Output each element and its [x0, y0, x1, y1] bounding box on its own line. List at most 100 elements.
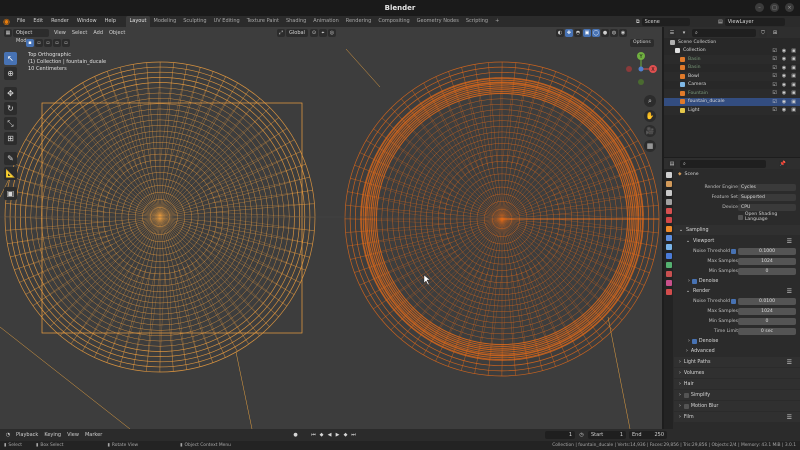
tab-texture-paint[interactable]: Texture Paint: [243, 16, 282, 27]
render-noise-threshold-field[interactable]: 0.0100: [738, 297, 796, 305]
viewport-menu-add[interactable]: Add: [90, 30, 106, 36]
eye-icon[interactable]: ◉: [782, 99, 786, 105]
tab-uv-editing[interactable]: UV Editing: [210, 16, 243, 27]
camera-view-icon[interactable]: 🎥: [644, 125, 656, 137]
end-frame-field[interactable]: End 250: [629, 431, 667, 439]
checkbox-icon[interactable]: ☑: [772, 73, 776, 79]
overlay-toggle-icon[interactable]: ◓: [574, 28, 582, 37]
editor-type-icon[interactable]: ▦: [4, 28, 12, 37]
properties-editor-icon[interactable]: ▤: [668, 159, 676, 168]
eye-icon[interactable]: ◉: [782, 90, 786, 96]
add-workspace-button[interactable]: +: [492, 16, 503, 27]
rotate-tool-icon[interactable]: ↻: [4, 102, 17, 115]
panel-header-light-paths[interactable]: › Light Paths ☰: [674, 357, 800, 367]
zoom-icon[interactable]: ⌕: [644, 95, 656, 107]
physics-tab-icon[interactable]: [665, 253, 672, 259]
checkbox-icon[interactable]: ☑: [772, 56, 776, 62]
orientation-icon[interactable]: ⤢: [277, 28, 285, 37]
eye-icon[interactable]: ◉: [782, 56, 786, 62]
start-frame-field[interactable]: Start 1: [588, 431, 626, 439]
tab-rendering[interactable]: Rendering: [342, 16, 375, 27]
timeline-menu-keying[interactable]: Keying: [41, 432, 64, 438]
3d-viewport[interactable]: [0, 27, 662, 429]
presets-list-icon[interactable]: ☰: [787, 359, 792, 366]
viewport-min-samples-field[interactable]: 0: [738, 267, 796, 275]
fountain-mesh-active[interactable]: [344, 61, 660, 377]
checkbox-icon[interactable]: ☑: [772, 107, 776, 113]
tab-scripting[interactable]: Scripting: [462, 16, 491, 27]
tab-geometry-nodes[interactable]: Geometry Nodes: [413, 16, 462, 27]
menu-edit[interactable]: Edit: [29, 16, 47, 27]
tab-shading[interactable]: Shading: [282, 16, 309, 27]
panel-header-film[interactable]: › Film ☰: [674, 412, 800, 422]
camera-icon[interactable]: ▣: [791, 90, 796, 96]
viewlayer-field[interactable]: ViewLayer: [724, 17, 785, 26]
viewport-menu-view[interactable]: View: [51, 30, 69, 36]
camera-icon[interactable]: ▣: [791, 73, 796, 79]
camera-icon[interactable]: ▣: [791, 82, 796, 88]
play-reverse-icon[interactable]: ◀: [326, 432, 333, 439]
xray-toggle-icon[interactable]: ▣: [583, 28, 591, 37]
panel-enable-checkbox[interactable]: [683, 392, 689, 398]
cursor-tool-icon[interactable]: ⊕: [4, 67, 17, 80]
panel-header-volumes[interactable]: › Volumes: [674, 368, 800, 378]
add-cube-tool-icon[interactable]: ▣: [4, 187, 17, 200]
pan-hand-icon[interactable]: ✋: [644, 110, 656, 122]
viewport-max-samples-field[interactable]: 1024: [738, 257, 796, 265]
outliner-item[interactable]: fountain_ducale ☑ ◉ ▣: [664, 97, 800, 106]
record-icon[interactable]: ●: [292, 432, 299, 439]
feature-set-select[interactable]: Supported: [738, 193, 796, 201]
eye-icon[interactable]: ◉: [782, 73, 786, 79]
render-max-samples-field[interactable]: 1024: [738, 307, 796, 315]
current-frame-field[interactable]: 1: [545, 431, 575, 439]
viewport-noise-threshold-field[interactable]: 0.1000: [738, 247, 796, 255]
annotate-tool-icon[interactable]: ✎: [4, 152, 17, 165]
move-tool-icon[interactable]: ✥: [4, 87, 17, 100]
osl-checkbox[interactable]: [738, 214, 743, 220]
outliner-display-mode-icon[interactable]: ▾: [680, 28, 688, 37]
select-subtract-icon[interactable]: ▫: [44, 39, 52, 47]
camera-icon[interactable]: ▣: [791, 56, 796, 62]
preview-range-icon[interactable]: ◷: [578, 432, 585, 439]
panel-enable-checkbox[interactable]: [683, 403, 689, 409]
render-denoise-header[interactable]: › Denoise: [674, 336, 800, 346]
prev-keyframe-icon[interactable]: ◆: [318, 432, 325, 439]
gizmo-toggle-icon[interactable]: ✥: [565, 28, 573, 37]
render-subpanel-header[interactable]: ⌄ Render ☰: [674, 286, 800, 296]
maximize-icon[interactable]: □: [770, 3, 779, 12]
modifier-tab-icon[interactable]: [665, 235, 672, 241]
sampling-panel-header[interactable]: ⌄ Sampling: [674, 225, 800, 235]
tab-modeling[interactable]: Modeling: [150, 16, 180, 27]
shading-solid-icon[interactable]: ●: [601, 28, 609, 37]
properties-search-input[interactable]: ⌕: [680, 159, 766, 168]
jump-start-icon[interactable]: ⏮: [310, 432, 317, 439]
navigation-gizmo[interactable]: X Y: [622, 50, 660, 88]
time-limit-field[interactable]: 0 sec: [738, 327, 796, 335]
select-extend-icon[interactable]: ▫: [35, 39, 43, 47]
presets-list-icon[interactable]: ☰: [787, 414, 792, 421]
outliner-item[interactable]: Collection ☑ ◉ ▣: [664, 47, 800, 56]
outliner-item[interactable]: Bowl ☑ ◉ ▣: [664, 72, 800, 81]
eye-icon[interactable]: ◉: [782, 107, 786, 113]
scene-field[interactable]: Scene: [641, 17, 690, 26]
outliner-item[interactable]: Light ☑ ◉ ▣: [664, 106, 800, 115]
gizmo-neg-x-axis[interactable]: [626, 66, 632, 72]
view-layer-tab-icon[interactable]: [665, 199, 672, 205]
object-tab-icon[interactable]: [665, 226, 672, 232]
scale-tool-icon[interactable]: ⤡: [4, 117, 17, 130]
tab-layout[interactable]: Layout: [126, 16, 150, 27]
shading-rendered-icon[interactable]: ◉: [619, 28, 627, 37]
timeline-menu-view[interactable]: View: [64, 432, 82, 438]
menu-window[interactable]: Window: [73, 16, 101, 27]
viewport-subpanel-header[interactable]: ⌄ Viewport ☰: [674, 236, 800, 246]
camera-icon[interactable]: ▣: [791, 107, 796, 113]
blender-logo-icon[interactable]: ◉: [3, 17, 13, 27]
particles-tab-icon[interactable]: [665, 244, 672, 250]
scene-icon[interactable]: ⧉: [636, 19, 640, 25]
viewport-menu-object[interactable]: Object: [106, 30, 128, 36]
pivot-icon[interactable]: ⊙: [309, 28, 318, 37]
jump-end-icon[interactable]: ⏭: [350, 432, 357, 439]
close-icon[interactable]: ×: [785, 3, 794, 12]
outliner-item[interactable]: Basin ☑ ◉ ▣: [664, 55, 800, 64]
render-denoise-checkbox[interactable]: [691, 338, 697, 344]
